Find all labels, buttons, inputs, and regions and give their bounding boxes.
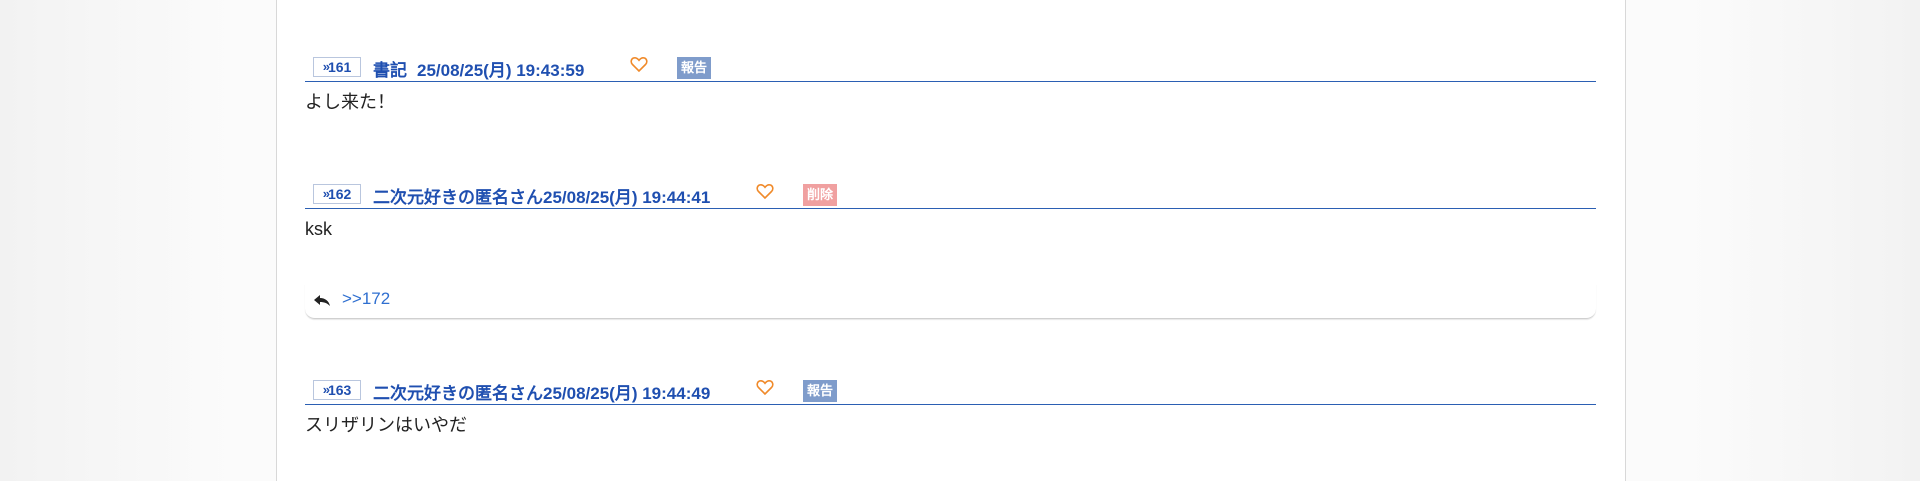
post-162: » 162 二次元好きの匿名さん 25/08/25(月) 19:44:41 削除…: [305, 178, 1596, 241]
double-chevron-right-icon: »: [322, 382, 330, 397]
res-number-label: 161: [327, 59, 352, 75]
poster-name[interactable]: 書記: [373, 56, 407, 81]
heart-icon[interactable]: [755, 181, 775, 201]
res-number-label: 163: [327, 382, 352, 398]
double-chevron-right-icon: »: [322, 59, 330, 74]
post-body: ksk: [305, 219, 332, 239]
reply-list: >>172: [305, 284, 1596, 319]
poster-name[interactable]: 二次元好きの匿名さん: [373, 183, 543, 208]
poster-name[interactable]: 二次元好きの匿名さん: [373, 379, 543, 404]
res-number-button[interactable]: » 161: [313, 57, 361, 77]
delete-badge[interactable]: 削除: [803, 184, 838, 206]
post-date: 25/08/25(月) 19:43:59: [417, 61, 585, 80]
res-number-button[interactable]: » 163: [313, 380, 361, 400]
post-161: » 161 書記 25/08/25(月) 19:43:59 報告 よし来た！: [305, 51, 1596, 114]
post-163: » 163 二次元好きの匿名さん 25/08/25(月) 19:44:49 報告…: [305, 374, 1596, 437]
heart-icon[interactable]: [755, 377, 775, 397]
report-badge[interactable]: 報告: [677, 57, 712, 79]
post-header: » 162 二次元好きの匿名さん 25/08/25(月) 19:44:41 削除: [305, 178, 1596, 209]
heart-icon[interactable]: [629, 54, 649, 74]
reply-link[interactable]: >>172: [342, 289, 390, 309]
post-date: 25/08/25(月) 19:44:49: [543, 384, 711, 403]
reply-icon: [314, 295, 330, 306]
post-header: » 163 二次元好きの匿名さん 25/08/25(月) 19:44:49 報告: [305, 374, 1596, 405]
report-badge[interactable]: 報告: [803, 380, 838, 402]
post-date: 25/08/25(月) 19:44:41: [543, 188, 711, 207]
post-body: スリザリンはいやだ: [305, 415, 467, 435]
res-number-button[interactable]: » 162: [313, 184, 361, 204]
res-number-label: 162: [327, 186, 352, 202]
post-body: よし来た！: [305, 92, 395, 112]
post-header: » 161 書記 25/08/25(月) 19:43:59 報告: [305, 51, 1596, 82]
double-chevron-right-icon: »: [322, 186, 330, 201]
